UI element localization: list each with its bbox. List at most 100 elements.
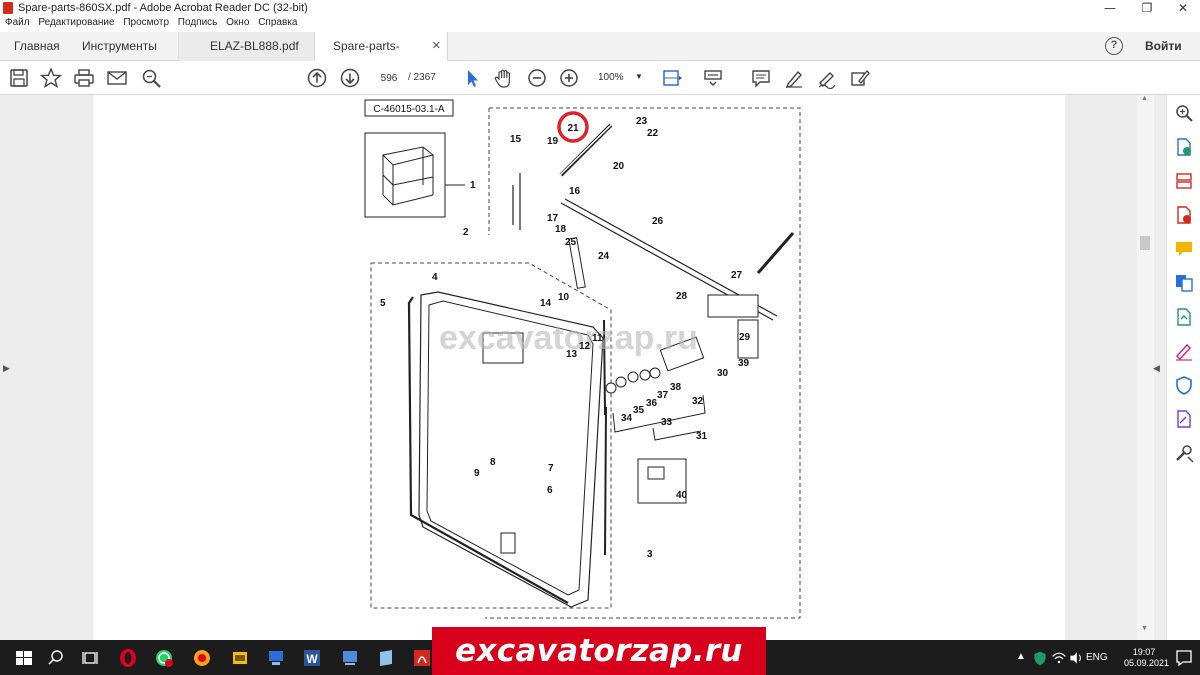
hand-icon[interactable] xyxy=(493,67,515,89)
fit-page-icon[interactable] xyxy=(661,67,683,89)
task-view-icon[interactable] xyxy=(80,648,100,668)
window-title: Spare-parts-860SX.pdf - Adobe Acrobat Re… xyxy=(18,2,308,14)
email-icon[interactable] xyxy=(106,67,128,89)
right-pane-toggle-icon[interactable]: ◀ xyxy=(1153,363,1160,374)
highlight-pen-icon[interactable] xyxy=(783,67,805,89)
menu-file[interactable]: Файл xyxy=(0,16,30,28)
search-icon[interactable] xyxy=(46,648,66,668)
tab-tools[interactable]: Инструменты xyxy=(82,32,157,61)
document-viewport[interactable]: ▶ C-46015-03.1-A excavatorzap.ru 1 2 3 4… xyxy=(0,95,1200,640)
clock[interactable]: 19:07 05.09.2021 xyxy=(1124,647,1169,669)
menu-window[interactable]: Окно xyxy=(221,16,249,28)
part-label-20: 20 xyxy=(613,161,625,172)
protect-icon[interactable] xyxy=(1174,375,1194,395)
tab-doc-spare-parts[interactable]: Spare-parts-860SX.... ✕ xyxy=(314,32,448,82)
scroll-up-icon[interactable]: ▲ xyxy=(1141,95,1148,102)
menu-help[interactable]: Справка xyxy=(253,16,297,28)
part-label-13: 13 xyxy=(566,349,578,360)
opera-icon[interactable] xyxy=(118,648,138,668)
part-label-16: 16 xyxy=(569,186,581,197)
combine-files-icon[interactable] xyxy=(1174,273,1194,293)
export-pdf-icon[interactable] xyxy=(1174,137,1194,157)
comment-panel-icon[interactable] xyxy=(1174,239,1194,259)
part-label-28: 28 xyxy=(676,291,688,302)
save-icon[interactable] xyxy=(8,67,30,89)
menu-sign[interactable]: Подпись xyxy=(173,16,218,28)
print-icon[interactable] xyxy=(73,67,95,89)
part-label-36: 36 xyxy=(646,398,658,409)
scroll-down-icon[interactable]: ▼ xyxy=(1141,625,1148,632)
part-label-11: 11 xyxy=(592,333,603,344)
part-label-3: 3 xyxy=(647,549,653,560)
minimize-button[interactable]: — xyxy=(1095,0,1125,16)
zoom-level-value: 100% xyxy=(598,72,624,83)
part-label-27: 27 xyxy=(731,270,743,281)
windows-start-icon[interactable] xyxy=(14,648,34,668)
signin-button[interactable]: Войти xyxy=(1145,32,1182,61)
part-label-9: 9 xyxy=(474,468,480,479)
wifi-icon[interactable] xyxy=(1051,650,1067,666)
page-up-icon[interactable] xyxy=(306,67,328,89)
part-label-17: 17 xyxy=(547,213,559,224)
zoom-out-icon[interactable] xyxy=(526,67,548,89)
help-button[interactable]: ? xyxy=(1105,37,1123,55)
word-icon[interactable]: W xyxy=(302,648,322,668)
scroll-mode-icon[interactable] xyxy=(702,67,724,89)
main-toolbar: / 2367 100% ▼ xyxy=(0,61,1200,95)
chevron-up-icon[interactable]: ▲ xyxy=(1016,651,1026,662)
send-sign-icon[interactable] xyxy=(1174,409,1194,429)
more-tools-icon[interactable] xyxy=(1174,443,1194,463)
organize-pages-icon[interactable] xyxy=(1174,307,1194,327)
fill-sign-icon[interactable] xyxy=(849,67,871,89)
acrobat-taskbar-icon[interactable] xyxy=(412,648,432,668)
maximize-button[interactable]: ❐ xyxy=(1132,0,1162,16)
edit-pdf-icon[interactable] xyxy=(1174,205,1194,225)
close-window-button[interactable]: ✕ xyxy=(1168,0,1198,16)
page-down-icon[interactable] xyxy=(339,67,361,89)
sticky-notes-icon[interactable] xyxy=(230,648,250,668)
zoom-in-icon[interactable] xyxy=(558,67,580,89)
part-label-37: 37 xyxy=(657,390,669,401)
pdf-page[interactable]: C-46015-03.1-A excavatorzap.ru 1 2 3 4 5… xyxy=(93,95,1065,640)
part-label-1: 1 xyxy=(470,180,476,191)
vertical-scrollbar[interactable]: ▲ ▼ xyxy=(1137,95,1154,640)
part-label-19: 19 xyxy=(547,136,559,147)
drawing-code: C-46015-03.1-A xyxy=(373,104,444,115)
part-label-8: 8 xyxy=(490,457,496,468)
tab-bar: Главная Инструменты ELAZ-BL888.pdf Spare… xyxy=(0,32,1200,82)
sign-icon[interactable] xyxy=(816,67,838,90)
security-shield-icon[interactable] xyxy=(1032,650,1048,666)
menu-view[interactable]: Просмотр xyxy=(118,16,169,28)
volume-icon[interactable] xyxy=(1068,650,1084,666)
fill-sign-panel-icon[interactable] xyxy=(1174,341,1194,361)
part-label-24: 24 xyxy=(598,251,610,262)
zoom-level-select[interactable]: 100% ▼ xyxy=(592,69,648,87)
zoom-search-icon[interactable] xyxy=(1174,103,1194,123)
parts-drawing: C-46015-03.1-A excavatorzap.ru 123456789… xyxy=(364,99,801,619)
window-titlebar: Spare-parts-860SX.pdf - Adobe Acrobat Re… xyxy=(0,0,1200,16)
search-zoom-icon[interactable] xyxy=(140,67,162,89)
tab-doc-elaz[interactable]: ELAZ-BL888.pdf xyxy=(178,32,314,61)
part-label-30: 30 xyxy=(717,368,729,379)
scroll-thumb[interactable] xyxy=(1140,236,1150,250)
tab-close-icon[interactable]: ✕ xyxy=(432,32,441,61)
part-label-26: 26 xyxy=(652,216,664,227)
page-number-input[interactable] xyxy=(372,69,406,87)
part-label-25: 25 xyxy=(565,237,577,248)
menu-edit[interactable]: Редактирование xyxy=(33,16,114,28)
bookmark-star-icon[interactable] xyxy=(39,67,63,89)
create-pdf-icon[interactable] xyxy=(1174,171,1194,191)
notepad-icon[interactable] xyxy=(376,648,396,668)
left-pane-toggle[interactable]: ▶ xyxy=(0,95,12,640)
select-arrow-icon[interactable] xyxy=(461,67,483,89)
whatsapp-icon[interactable] xyxy=(154,648,174,668)
tab-home[interactable]: Главная xyxy=(14,32,60,61)
part-label-23: 23 xyxy=(636,116,648,127)
language-indicator[interactable]: ENG xyxy=(1086,652,1108,663)
comment-icon[interactable] xyxy=(750,67,772,89)
control-panel-icon[interactable] xyxy=(340,648,360,668)
network-app-icon[interactable] xyxy=(266,648,286,668)
yandex-icon[interactable] xyxy=(192,648,212,668)
chevron-right-icon: ▶ xyxy=(3,363,10,373)
notifications-icon[interactable] xyxy=(1174,648,1194,668)
